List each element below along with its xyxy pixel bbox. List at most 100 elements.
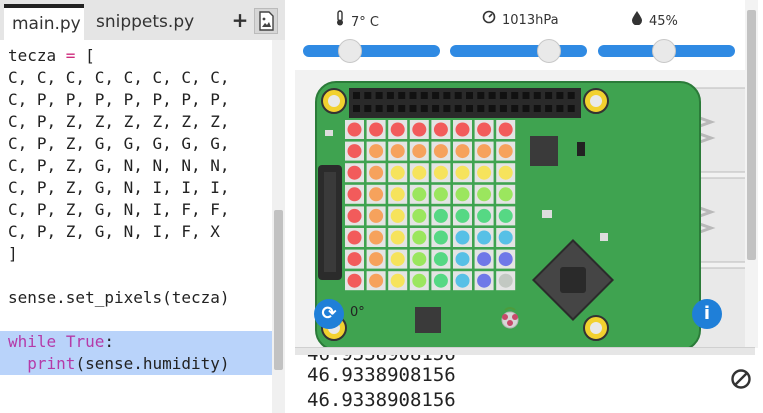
humidity-readout: 45% <box>631 10 678 29</box>
led-pixel <box>347 144 362 159</box>
code-line[interactable]: C, P, P, P, P, P, P, P, <box>0 89 272 111</box>
code-line[interactable]: tecza = [ <box>0 45 272 67</box>
gpio-pin <box>511 92 519 99</box>
led-pixel <box>369 144 384 159</box>
code-line[interactable]: C, P, Z, G, N, I, F, F, <box>0 199 272 221</box>
tab-bar: main.py snippets.py + <box>0 0 285 40</box>
led-pixel <box>477 252 492 267</box>
led-pixel <box>477 122 492 137</box>
led-pixel <box>498 252 513 267</box>
code-line[interactable]: while True: <box>0 331 272 353</box>
gpio-pin <box>477 105 485 112</box>
gpio-pin <box>499 105 507 112</box>
gpio-pin <box>432 92 440 99</box>
led-pixel <box>433 208 448 223</box>
led-pixel <box>347 165 362 180</box>
led-pixel <box>477 273 492 288</box>
gpio-pin <box>533 105 541 112</box>
clear-console-button[interactable] <box>730 368 752 390</box>
temperature-readout: 7° C <box>335 10 379 30</box>
led-pixel <box>347 273 362 288</box>
pressure-label: 1013hPa <box>502 13 559 28</box>
led-pixel <box>433 144 448 159</box>
temperature-slider-track[interactable] <box>303 45 440 57</box>
led-pixel <box>433 273 448 288</box>
sense-hat-emulator: ⟳ 0° i <box>295 70 755 351</box>
led-pixel <box>390 165 405 180</box>
gpio-pin <box>353 92 360 99</box>
led-pixel <box>433 187 448 202</box>
code-line[interactable]: C, P, Z, G, N, I, F, X <box>0 221 272 243</box>
led-pixel <box>390 252 405 267</box>
temperature-slider[interactable] <box>303 39 440 63</box>
orientation-label: 0° <box>350 305 365 320</box>
gpio-pin <box>545 105 553 112</box>
pressure-slider[interactable] <box>450 39 587 63</box>
led-pixel <box>369 187 384 202</box>
code-line[interactable]: C, P, Z, G, G, G, G, G, <box>0 133 272 155</box>
humidity-slider-knob[interactable] <box>652 39 676 63</box>
gpio-pin <box>409 92 417 99</box>
led-pixel <box>433 122 448 137</box>
image-file-button[interactable] <box>254 8 278 34</box>
led-pixel <box>412 252 427 267</box>
led-pixel <box>369 208 384 223</box>
gpio-pin <box>420 92 428 99</box>
gpio-pin <box>386 92 394 99</box>
led-pixel <box>369 273 384 288</box>
led-pixel <box>455 144 470 159</box>
editor-scrollbar[interactable] <box>272 40 285 413</box>
led-pixel <box>347 122 362 137</box>
gpio-pin <box>545 92 553 99</box>
led-pixel <box>455 273 470 288</box>
tab-snippets-py[interactable]: snippets.py <box>88 4 196 40</box>
info-button[interactable]: i <box>692 299 722 329</box>
emulator-scrollbar[interactable] <box>745 0 758 348</box>
console-line: 46.9338908156 <box>307 364 456 386</box>
add-file-button[interactable]: + <box>228 8 252 32</box>
editor-scrollbar-thumb[interactable] <box>274 210 283 370</box>
led-pixel <box>433 252 448 267</box>
gpio-pin <box>454 92 462 99</box>
no-entry-icon <box>731 369 751 389</box>
led-pixel <box>412 165 427 180</box>
gpio-pin <box>375 92 383 99</box>
temperature-slider-knob[interactable] <box>338 39 362 63</box>
code-line[interactable]: C, P, Z, Z, Z, Z, Z, Z, <box>0 111 272 133</box>
code-editor[interactable]: tecza = [C, C, C, C, C, C, C, C, C, P, P,… <box>0 45 272 413</box>
info-icon: i <box>703 303 711 324</box>
emulator-scrollbar-thumb[interactable] <box>747 10 756 260</box>
gpio-pin <box>556 105 564 112</box>
gpio-pin <box>432 105 440 112</box>
rotate-board-button[interactable]: ⟳ <box>314 299 344 329</box>
led-pixel <box>498 187 513 202</box>
led-pixel <box>412 230 427 245</box>
humidity-slider[interactable] <box>598 39 735 63</box>
code-line[interactable]: C, C, C, C, C, C, C, C, <box>0 67 272 89</box>
code-line[interactable]: print(sense.humidity) <box>0 353 272 375</box>
gpio-pin <box>533 92 541 99</box>
gpio-pin <box>488 105 496 112</box>
console-line: 46.9338908156 <box>307 389 456 411</box>
code-line[interactable] <box>0 265 272 287</box>
pressure-readout: 1013hPa <box>482 10 559 28</box>
code-line[interactable]: C, P, Z, G, N, I, I, I, <box>0 177 272 199</box>
pressure-slider-knob[interactable] <box>537 39 561 63</box>
gpio-header <box>349 88 581 118</box>
code-line[interactable]: C, P, Z, G, N, N, N, N, <box>0 155 272 177</box>
temperature-label: 7° C <box>351 15 379 30</box>
tab-main-py[interactable]: main.py <box>4 4 84 40</box>
led-pixel <box>498 273 513 288</box>
led-pixel <box>369 122 384 137</box>
led-pixel <box>369 252 384 267</box>
led-pixel <box>347 208 362 223</box>
gpio-pin <box>443 92 451 99</box>
console-splitter[interactable] <box>295 347 755 355</box>
gpio-pin <box>375 105 383 112</box>
code-line[interactable]: sense.set_pixels(tecza) <box>0 287 272 309</box>
code-line[interactable] <box>0 309 272 331</box>
led-pixel <box>390 144 405 159</box>
led-pixel <box>498 208 513 223</box>
code-line[interactable]: ] <box>0 243 272 265</box>
pressure-slider-track[interactable] <box>450 45 587 57</box>
